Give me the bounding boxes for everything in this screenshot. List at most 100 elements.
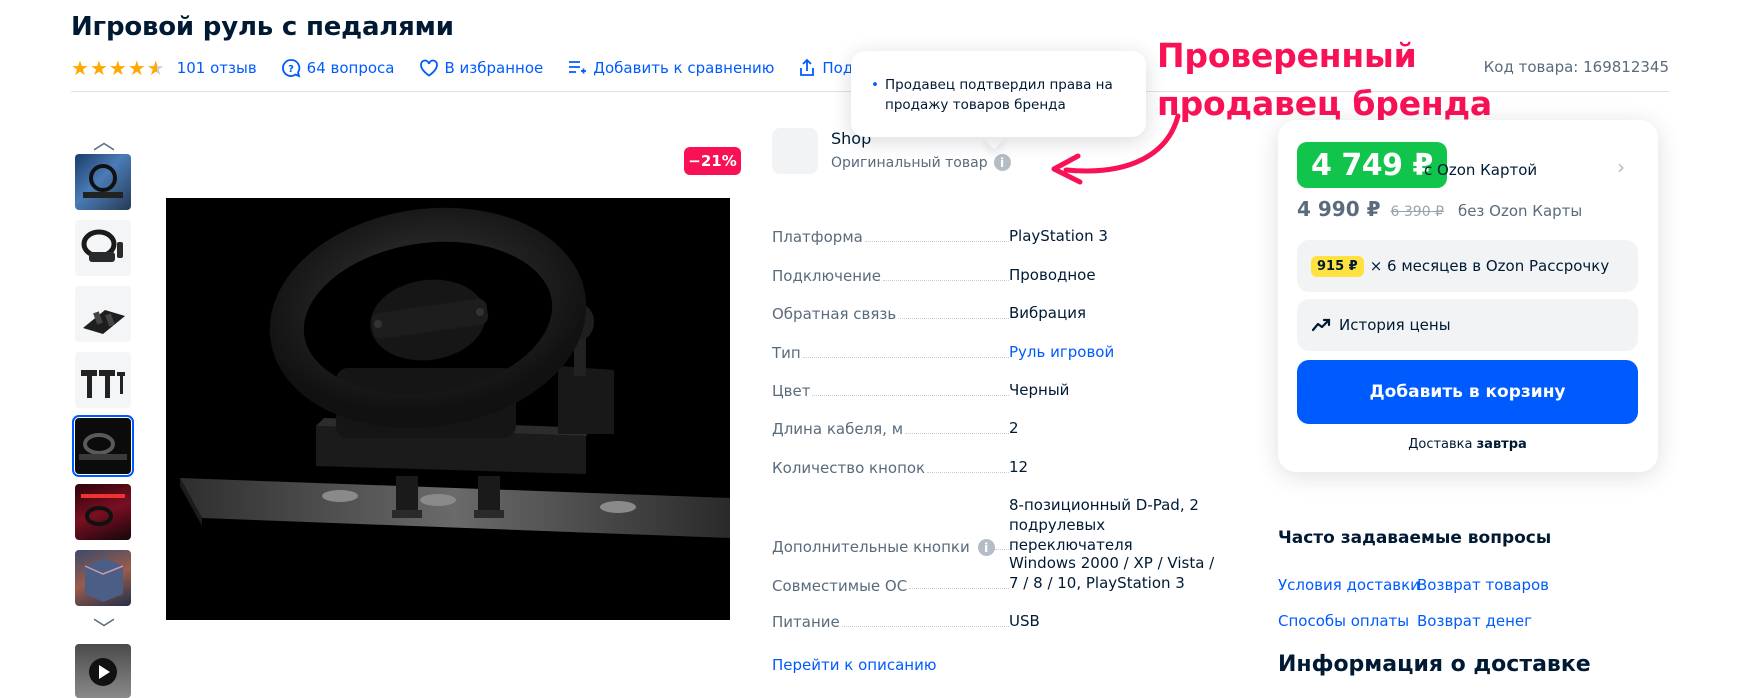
- spec-value: 8-позиционный D-Pad, 2 подрулевых перекл…: [1009, 496, 1199, 554]
- spec-name: Подключение: [772, 267, 883, 285]
- compare-label: Добавить к сравнению: [593, 59, 775, 77]
- delivery-label: Доставка: [1408, 437, 1473, 452]
- star-icon: ★: [71, 56, 89, 80]
- thumbnail-5-selected[interactable]: [72, 415, 134, 477]
- favorite-label: В избранное: [444, 59, 544, 77]
- reviews-label: 101 отзыв: [176, 59, 257, 77]
- regular-price: 4 990 ₽: [1297, 197, 1381, 221]
- spec-name: Цвет: [772, 382, 813, 400]
- svg-text:?: ?: [288, 64, 294, 75]
- spec-name: Питание: [772, 613, 842, 631]
- spec-value: USB: [1009, 612, 1040, 630]
- spec-value-link[interactable]: Руль игровой: [1009, 342, 1228, 362]
- add-to-cart-button[interactable]: Добавить в корзину: [1297, 360, 1638, 424]
- faq-link-returns[interactable]: Возврат товаров: [1417, 576, 1549, 594]
- question-bubble-icon: ?: [281, 59, 301, 78]
- spec-value: Проводное: [1009, 266, 1096, 284]
- thumbnails-down-arrow[interactable]: ﹀: [90, 612, 118, 643]
- thumbnail-1[interactable]: [75, 154, 131, 210]
- spec-value: Черный: [1009, 381, 1070, 399]
- spec-value: 12: [1009, 458, 1029, 476]
- faq-link-refunds[interactable]: Возврат денег: [1417, 612, 1532, 630]
- thumbnail-video[interactable]: [75, 644, 131, 698]
- questions-link[interactable]: ? 64 вопроса: [281, 58, 395, 78]
- discount-badge: −21%: [684, 147, 741, 175]
- spec-name: Количество кнопок: [772, 459, 928, 477]
- thumbnail-clamps-image: [81, 370, 125, 398]
- spec-row: Платформа PlayStation 3: [772, 226, 1228, 246]
- star-icon: ★: [127, 56, 146, 80]
- steering-wheel-image: [180, 207, 730, 538]
- installment-row[interactable]: 915 ₽ × 6 месяцев в Ozon Рассрочку: [1297, 240, 1638, 292]
- thumbnail-4[interactable]: [75, 352, 131, 408]
- seller-logo[interactable]: [772, 128, 818, 174]
- faq-link-payment-methods[interactable]: Способы оплаты: [1278, 612, 1409, 630]
- delivery-when: завтра: [1476, 437, 1527, 452]
- thumbnail-3[interactable]: [75, 286, 131, 342]
- tooltip-text: Продавец подтвердил права на продажу тов…: [871, 75, 1128, 115]
- spec-row: Длина кабеля, м 2: [772, 418, 1228, 438]
- favorite-link[interactable]: В избранное: [419, 59, 544, 77]
- regular-price-row: 4 990 ₽ 6 390 ₽ без Ozon Карты: [1297, 197, 1582, 221]
- spec-value: 2: [1009, 419, 1019, 437]
- page-title: Игровой руль с педалями: [71, 12, 454, 42]
- spec-value: PlayStation 3: [1009, 227, 1108, 245]
- spec-value: Вибрация: [1009, 304, 1086, 322]
- spec-name: Обратная связь: [772, 305, 899, 323]
- thumbnails-up-arrow[interactable]: ︿: [90, 124, 118, 155]
- faq-title: Часто задаваемые вопросы: [1278, 528, 1552, 548]
- thumbnail-pedals-image: [83, 310, 125, 334]
- reviews-link[interactable]: 101 отзыв: [177, 59, 257, 77]
- rating-stars[interactable]: ★ ★ ★ ★ ★: [71, 58, 165, 78]
- spec-row: Тип Руль игровой: [772, 342, 1228, 362]
- spec-name: Длина кабеля, м: [772, 420, 906, 438]
- thumbnail-wheel-dark-image: [79, 433, 127, 460]
- spec-row: Обратная связь Вибрация: [772, 303, 1228, 323]
- compare-icon: [569, 61, 587, 74]
- original-product-text: Оригинальный товар: [831, 154, 988, 171]
- spec-row: Подключение Проводное: [772, 265, 1228, 285]
- thumbnail-packaging-image: [84, 558, 124, 602]
- thumbnail-6[interactable]: [75, 484, 131, 540]
- regular-price-label: без Ozon Карты: [1457, 202, 1583, 220]
- info-icon[interactable]: i: [993, 154, 1011, 171]
- price-history-label: История цены: [1339, 316, 1451, 334]
- thumbnail-box-image: [83, 164, 123, 198]
- spec-name: Тип: [772, 344, 803, 362]
- delivery-note: Доставка завтра: [1297, 437, 1638, 452]
- installment-text: × 6 месяцев в Ozon Рассрочку: [1369, 257, 1610, 275]
- spec-row: Питание USB: [772, 611, 1228, 631]
- thumbnail-7[interactable]: [75, 550, 131, 606]
- annotation-line-1: Проверенный: [1157, 36, 1417, 75]
- main-product-image[interactable]: [166, 198, 730, 620]
- spec-row: Количество кнопок 12: [772, 457, 1228, 477]
- spec-row: Совместимые ОС Windows 2000 / XP / Vista…: [772, 553, 1228, 595]
- go-to-description-link[interactable]: Перейти к описанию: [772, 656, 936, 674]
- delivery-info-title: Информация о доставке: [1278, 652, 1591, 677]
- price-history-row[interactable]: История цены: [1297, 299, 1638, 351]
- compare-link[interactable]: Добавить к сравнению: [567, 59, 774, 77]
- thumbnail-2[interactable]: [75, 220, 131, 276]
- thumbnail-banner-image: [81, 494, 125, 526]
- star-icon: ★: [89, 56, 108, 80]
- annotation-callout: Проверенный продавец бренда: [1157, 32, 1492, 128]
- spec-value: Windows 2000 / XP / Vista / 7 / 8 / 10, …: [1009, 554, 1215, 592]
- star-icon: ★: [108, 56, 127, 80]
- annotation-arrow-icon: [1051, 113, 1181, 185]
- spec-name: Совместимые ОС: [772, 577, 910, 595]
- old-price: 6 390 ₽: [1390, 204, 1444, 220]
- questions-label: 64 вопроса: [306, 59, 395, 77]
- spec-row: Цвет Черный: [772, 380, 1228, 400]
- play-icon: [89, 658, 117, 686]
- product-meta-row: ★ ★ ★ ★ ★ 101 отзыв ? 64 вопроса В избра…: [71, 56, 941, 80]
- spec-row: Дополнительные кнопки i 8-позиционный D-…: [772, 495, 1228, 556]
- ozon-card-label: с Ozon Картой: [1424, 161, 1538, 179]
- trend-chart-icon: [1311, 318, 1331, 332]
- spec-name: Платформа: [772, 228, 865, 246]
- chevron-right-icon[interactable]: ›: [1617, 155, 1625, 179]
- product-sku: Код товара: 169812345: [1483, 58, 1669, 76]
- faq-link-delivery-terms[interactable]: Условия доставки: [1278, 576, 1420, 594]
- star-half-icon: ★: [146, 56, 165, 80]
- share-icon: [800, 58, 815, 76]
- thumbnail-wheel-image: [81, 229, 123, 262]
